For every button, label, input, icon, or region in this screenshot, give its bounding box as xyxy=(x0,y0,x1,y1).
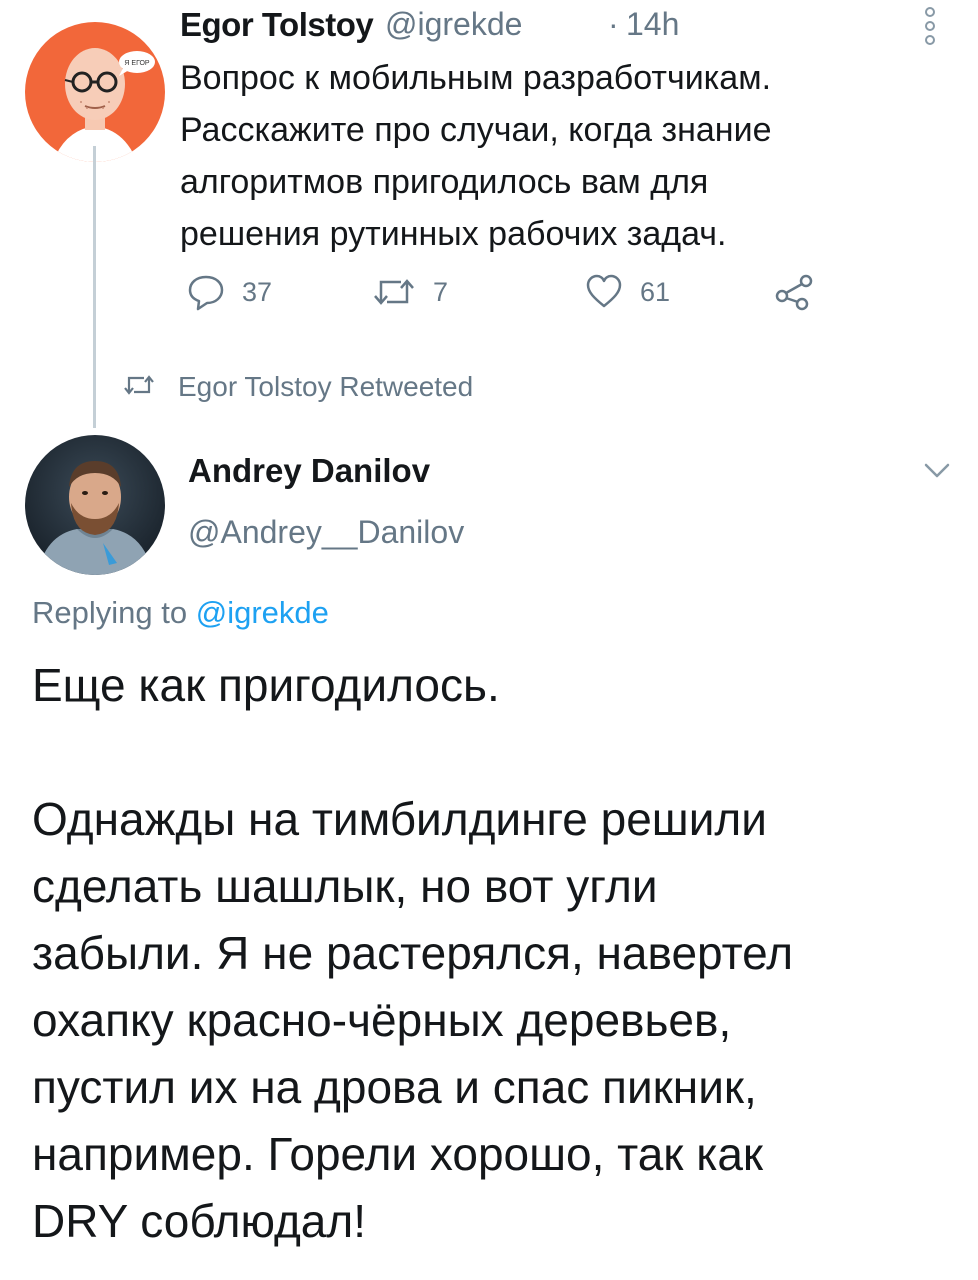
retweet-small-icon xyxy=(122,372,156,403)
separator-dot: · xyxy=(608,6,619,42)
retweet-count: 7 xyxy=(433,276,449,307)
main-text-line: забыли. Я не растерялся, навертел xyxy=(32,927,794,979)
parent-text-line: решения рутинных рабочих задач. xyxy=(180,215,727,253)
parent-timestamp[interactable]: 14h xyxy=(626,6,679,43)
parent-author-name[interactable]: Egor Tolstoy xyxy=(180,6,374,44)
avatar-andrey-danilov[interactable] xyxy=(25,435,165,575)
main-text-line: пустил их на дрова и спас пикник, xyxy=(32,1061,757,1113)
main-text-line: Однажды на тимбилдинге решили xyxy=(32,793,767,845)
replying-to-handle-link[interactable]: @igrekde xyxy=(196,595,329,630)
parent-author-handle[interactable]: @igrekde xyxy=(385,6,522,43)
main-text-line: охапку красно-чёрных деревьев, xyxy=(32,994,732,1046)
main-tweet-text: Еще как пригодилось. Однажды на тимбилди… xyxy=(32,652,962,1255)
parent-tweet-text: Вопрос к мобильным разработчикам. Расска… xyxy=(180,52,900,260)
reply-button[interactable]: 37 xyxy=(186,272,272,312)
reply-count: 37 xyxy=(242,276,273,307)
share-button[interactable] xyxy=(772,272,816,312)
heart-icon xyxy=(584,272,624,312)
retweet-icon xyxy=(371,272,417,312)
main-text-line: DRY соблюдал! xyxy=(32,1195,366,1247)
main-text-line: Еще как пригодилось. xyxy=(32,659,500,711)
like-button[interactable]: 61 xyxy=(584,272,670,312)
replying-to: Replying to @igrekde xyxy=(32,595,329,631)
retweeted-by-text: Egor Tolstoy Retweeted xyxy=(178,371,474,402)
main-text-line: например. Горели хорошо, так как xyxy=(32,1128,764,1180)
main-author-name[interactable]: Andrey Danilov xyxy=(188,452,430,490)
parent-text-line: алгоритмов пригодилось вам для xyxy=(180,163,709,201)
avatar-illustration: Я ЕГОР xyxy=(25,22,165,162)
parent-text-line: Расскажите про случаи, когда знание xyxy=(180,111,772,149)
retweeted-by-context[interactable]: Egor Tolstoy Retweeted xyxy=(122,368,473,406)
share-icon xyxy=(772,272,816,312)
parent-text-line: Вопрос к мобильным разработчикам. xyxy=(180,59,772,97)
chevron-down-icon[interactable] xyxy=(922,460,952,482)
retweet-button[interactable]: 7 xyxy=(371,272,448,312)
avatar-photo xyxy=(25,435,165,575)
replying-to-label: Replying to xyxy=(32,595,196,630)
speech-bubble-text: Я ЕГОР xyxy=(124,60,150,67)
like-count: 61 xyxy=(640,276,671,307)
more-options-icon[interactable] xyxy=(918,6,942,46)
avatar-egor-tolstoy[interactable]: Я ЕГОР xyxy=(25,22,165,162)
main-text-line: сделать шашлык, но вот угли xyxy=(32,860,658,912)
thread-connector-line xyxy=(93,146,96,428)
main-author-handle[interactable]: @Andrey__Danilov xyxy=(188,514,464,551)
reply-icon xyxy=(186,272,226,312)
